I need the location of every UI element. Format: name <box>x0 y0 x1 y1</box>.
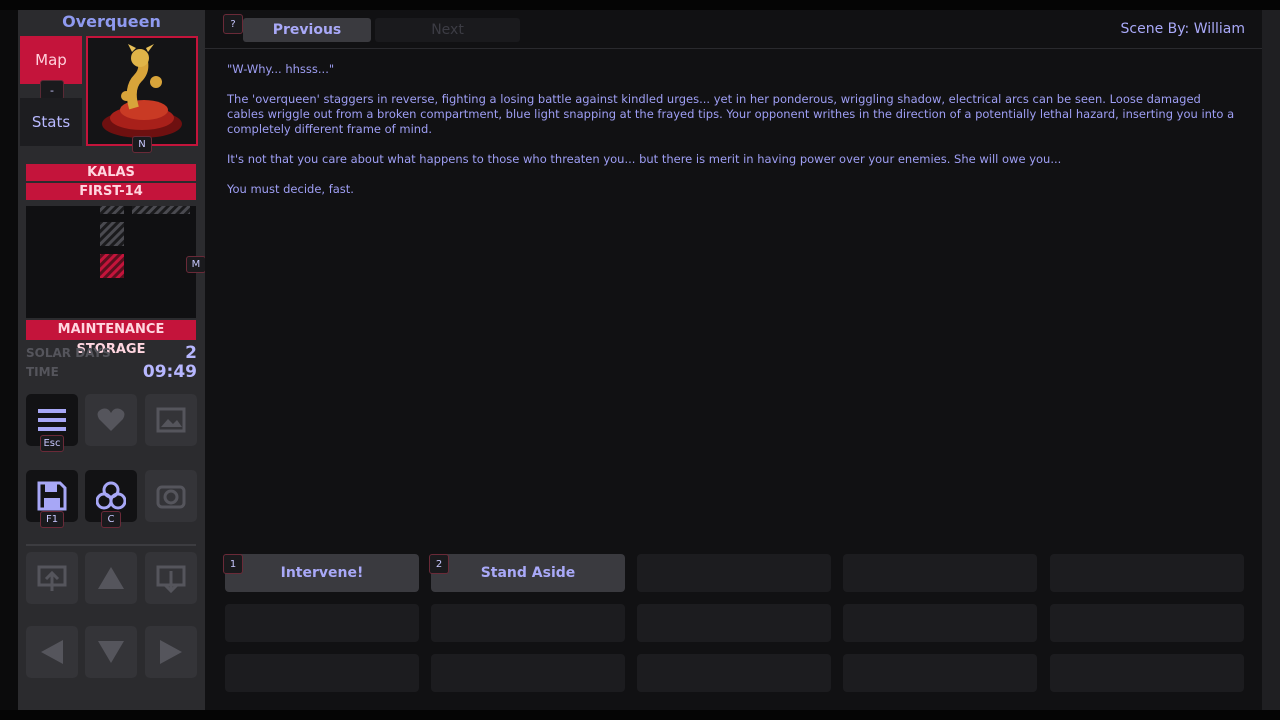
move-south-button[interactable] <box>85 626 137 678</box>
save-hotkey: F1 <box>40 511 64 528</box>
story-text: "W-Why... hhsss..." The 'overqueen' stag… <box>227 62 1237 212</box>
choice-slot-empty <box>843 654 1037 692</box>
camera-button[interactable] <box>145 470 197 522</box>
minimap-hotkey: M <box>186 256 206 273</box>
map-stats-hotkey: - <box>40 80 64 100</box>
help-button[interactable]: ? <box>223 14 243 34</box>
choice-slot-empty <box>637 604 831 642</box>
move-down-right-button[interactable] <box>145 552 197 604</box>
character-portrait[interactable]: N <box>86 36 198 153</box>
time-label: TIME <box>26 365 59 379</box>
upstairs-icon <box>37 565 67 591</box>
previous-button[interactable]: Previous <box>243 18 371 42</box>
overqueen-portrait-image <box>102 44 182 138</box>
arrow-right-icon <box>160 640 182 664</box>
minimap-rooms <box>100 206 190 278</box>
room-name: MAINTENANCE STORAGE <box>26 320 196 357</box>
scrollbar[interactable] <box>1262 10 1280 710</box>
choice-slot-empty <box>637 554 831 592</box>
move-west-button[interactable] <box>26 626 78 678</box>
character-hotkey: C <box>101 511 121 528</box>
choice-slot-empty <box>843 554 1037 592</box>
bottom-letterbox <box>0 710 1280 720</box>
floppy-disk-icon <box>37 481 67 511</box>
story-paragraph: You must decide, fast. <box>227 182 354 196</box>
camera-icon <box>156 485 186 509</box>
arrow-up-icon <box>98 567 124 589</box>
hamburger-icon <box>38 409 66 431</box>
time-value: 09:49 <box>142 362 197 382</box>
heart-icon <box>97 408 125 431</box>
choice-label: Intervene! <box>280 565 364 581</box>
save-button[interactable]: F1 <box>26 470 78 528</box>
choice-label: Stand Aside <box>480 565 576 581</box>
image-icon <box>156 407 186 433</box>
character-name: Overqueen <box>62 12 161 31</box>
choice-slot-empty <box>431 604 625 642</box>
solar-days-label: SOLAR DAYS <box>26 346 111 360</box>
clover-icon <box>96 481 126 510</box>
menu-hotkey: Esc <box>40 435 64 452</box>
portrait-hotkey: N <box>132 136 152 153</box>
menu-button[interactable]: Esc <box>26 394 78 452</box>
header-divider <box>205 48 1262 49</box>
map-button[interactable]: Map <box>20 36 82 84</box>
solar-days-value: 2 <box>185 343 197 363</box>
choice-slot-empty <box>1050 554 1244 592</box>
story-paragraph: "W-Why... hhsss..." <box>227 62 335 76</box>
arrow-down-icon <box>98 641 124 663</box>
region-name: KALAS <box>26 164 196 181</box>
downstairs-icon <box>156 565 186 593</box>
choice-slot-empty <box>637 654 831 692</box>
scene-author: Scene By: William <box>1120 21 1245 37</box>
story-paragraph: The 'overqueen' staggers in reverse, fig… <box>227 92 1235 136</box>
sidebar: Overqueen Map - Stats N KALAS FIRST-14 M… <box>18 10 206 710</box>
character-button[interactable]: C <box>85 470 137 528</box>
affection-button[interactable] <box>85 394 137 446</box>
choice-2-hotkey: 2 <box>429 554 449 574</box>
move-up-left-button[interactable] <box>26 552 78 604</box>
choice-slot-empty <box>225 604 419 642</box>
gallery-button[interactable] <box>145 394 197 446</box>
divider <box>26 544 196 546</box>
top-letterbox <box>0 0 1280 10</box>
choice-slot-empty <box>225 654 419 692</box>
choice-slot-empty <box>1050 604 1244 642</box>
stats-button[interactable]: Stats <box>20 98 82 146</box>
next-button[interactable]: Next <box>375 18 520 42</box>
choice-slot-empty <box>1050 654 1244 692</box>
choice-slot-empty <box>431 654 625 692</box>
main-panel: ? Previous Next Scene By: William "W-Why… <box>205 10 1262 710</box>
choice-1-hotkey: 1 <box>223 554 243 574</box>
move-north-button[interactable] <box>85 552 137 604</box>
choice-intervene-button[interactable]: Intervene! <box>225 554 419 592</box>
choice-slot-empty <box>843 604 1037 642</box>
arrow-left-icon <box>41 640 63 664</box>
move-east-button[interactable] <box>145 626 197 678</box>
floor-name: FIRST-14 <box>26 183 196 200</box>
story-paragraph: It's not that you care about what happen… <box>227 152 1062 166</box>
minimap[interactable] <box>26 206 196 318</box>
map-stats-toggle: Map - Stats <box>20 36 82 146</box>
choice-stand-aside-button[interactable]: Stand Aside <box>431 554 625 592</box>
